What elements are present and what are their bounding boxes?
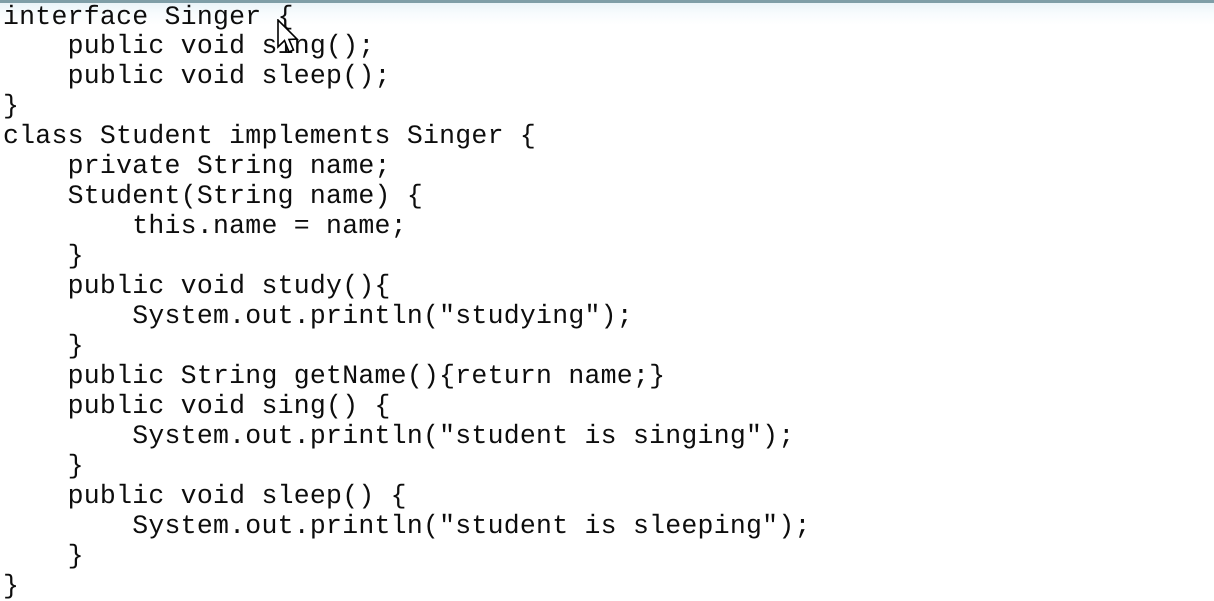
code-line: System.out.println("studying"); [3, 301, 633, 331]
slide-canvas: interface Singer { public void sing(); p… [0, 0, 1214, 601]
code-line: interface Singer { [3, 2, 294, 32]
code-line: System.out.println("student is sleeping"… [3, 511, 811, 541]
code-line: System.out.println("student is singing")… [3, 421, 795, 451]
code-line: this.name = name; [3, 211, 407, 241]
code-line: } [3, 571, 20, 601]
code-line: public void study(){ [3, 271, 391, 301]
code-line: public String getName(){return name;} [3, 361, 666, 391]
code-line: } [3, 451, 84, 481]
code-line: public void sing() { [3, 391, 391, 421]
code-line: } [3, 91, 20, 121]
code-line: public void sleep(); [3, 61, 391, 91]
code-line: } [3, 331, 84, 361]
code-line: } [3, 241, 84, 271]
code-line: } [3, 541, 84, 571]
code-line: public void sleep() { [3, 481, 407, 511]
code-line: class Student implements Singer { [3, 121, 537, 151]
code-line: Student(String name) { [3, 181, 423, 211]
java-code-listing: interface Singer { public void sing(); p… [0, 0, 1214, 601]
code-line: public void sing(); [3, 31, 375, 61]
code-line: private String name; [3, 151, 391, 181]
